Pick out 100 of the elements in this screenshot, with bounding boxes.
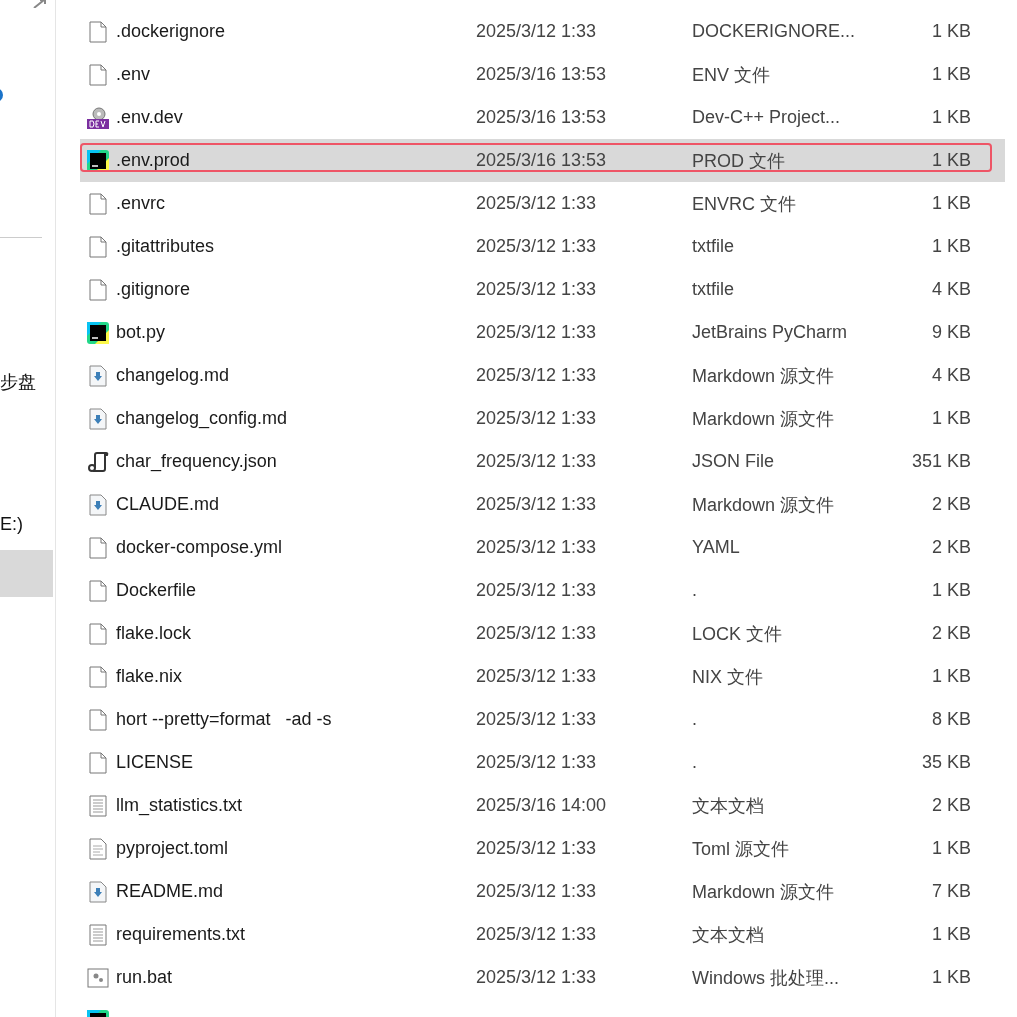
file-name: Dockerfile [116, 580, 198, 601]
file-name: .env [116, 64, 152, 85]
modified-date: 2025/3/12 1:33 [476, 752, 598, 773]
file-row[interactable]: changelog.md 2025/3/12 1:33 Markdown 源文件 4 KB [80, 354, 1005, 397]
file-type: PROD 文件 [692, 149, 786, 173]
file-type: LOCK 文件 [692, 622, 784, 646]
file-type: Markdown 源文件 [692, 880, 836, 904]
file-name: .gitattributes [116, 236, 216, 257]
file-type: Markdown 源文件 [692, 407, 836, 431]
file-type: . [692, 580, 698, 601]
modified-date: 2025/3/12 1:33 [476, 193, 598, 214]
file-size: 1 KB [930, 150, 971, 171]
file-row[interactable]: flake.lock 2025/3/12 1:33 LOCK 文件 2 KB [80, 612, 1005, 655]
modified-date: 2025/3/12 1:33 [476, 924, 598, 945]
file-size: 1 KB [930, 580, 971, 601]
file-size: 2 KB [930, 795, 971, 816]
file-type: . [692, 709, 698, 730]
modified-date: 2025/3/12 1:33 [476, 365, 598, 386]
file-type: Markdown 源文件 [692, 364, 836, 388]
pycharm-icon [87, 321, 109, 344]
pin-icon[interactable] [32, 0, 46, 8]
file-name: LICENSE [116, 752, 195, 773]
file-row[interactable]: requirements.txt 2025/3/12 1:33 文本文档 1 KB [80, 913, 1005, 956]
file-type: txtfile [692, 236, 735, 257]
file-row[interactable]: .gitignore 2025/3/12 1:33 txtfile 4 KB [80, 268, 1005, 311]
file-size: 1 KB [930, 924, 971, 945]
file-icon [89, 708, 107, 731]
file-size: 4 KB [930, 365, 971, 386]
file-size: 2 KB [930, 537, 971, 558]
file-type: 文本文档 [692, 923, 765, 947]
text-file-icon [89, 794, 107, 817]
file-size: 1 KB [930, 408, 971, 429]
file-name: llm_statistics.txt [116, 795, 244, 816]
file-name: pyproject.toml [116, 838, 230, 859]
file-type: NIX 文件 [692, 665, 764, 689]
file-size: 1 KB [930, 193, 971, 214]
file-row[interactable]: README.md 2025/3/12 1:33 Markdown 源文件 7 KB [80, 870, 1005, 913]
file-row[interactable]: bot.py 2025/3/12 1:33 JetBrains PyCharm 9 KB [80, 311, 1005, 354]
modified-date: 2025/3/16 13:53 [476, 107, 608, 128]
file-name: .envrc [116, 193, 167, 214]
file-row[interactable]: CLAUDE.md 2025/3/12 1:33 Markdown 源文件 2 KB [80, 483, 1005, 526]
file-name: flake.nix [116, 666, 184, 687]
file-row[interactable]: run.bat 2025/3/12 1:33 Windows 批处理... 1 KB [80, 956, 1005, 999]
sidebar-item[interactable]: 步盘 [0, 370, 36, 394]
file-size: 1 KB [930, 236, 971, 257]
sidebar-item[interactable] [0, 550, 53, 597]
file-size: 7 KB [930, 881, 971, 902]
file-type: 文本文档 [692, 794, 765, 818]
file-row[interactable]: .dockerignore 2025/3/12 1:33 DOCKERIGNORE... 1 KB [80, 10, 1005, 53]
file-name: README.md [116, 881, 224, 902]
gear-document-icon [86, 105, 110, 130]
file-name: bot.py [116, 322, 167, 343]
pycharm-icon [87, 149, 109, 172]
file-icon [89, 20, 107, 43]
file-name: .dockerignore [116, 21, 227, 42]
file-row[interactable]: .gitattributes 2025/3/12 1:33 txtfile 1 KB [80, 225, 1005, 268]
file-row[interactable]: changelog_config.md 2025/3/12 1:33 Markdown 源文件 1 KB [80, 397, 1005, 440]
file-row[interactable]: .envrc 2025/3/12 1:33 ENVRC 文件 1 KB [80, 182, 1005, 225]
file-size: 1 KB [930, 21, 971, 42]
file-row[interactable]: LICENSE 2025/3/12 1:33 . 35 KB [80, 741, 1005, 784]
modified-date: 2025/3/16 14:00 [476, 795, 608, 816]
file-row[interactable]: .env 2025/3/16 13:53 ENV 文件 1 KB [80, 53, 1005, 96]
modified-date: 2025/3/12 1:33 [476, 666, 598, 687]
file-name: run.bat [116, 967, 174, 988]
modified-date: 2025/3/16 13:53 [476, 64, 608, 85]
file-type: ENVRC 文件 [692, 192, 797, 216]
file-row[interactable]: llm_statistics.txt 2025/3/16 14:00 文本文档 2 KB [80, 784, 1005, 827]
file-size: 1 KB [930, 666, 971, 687]
gear-window-icon [87, 967, 109, 988]
file-type: ENV 文件 [692, 63, 771, 87]
modified-date: 2025/3/12 1:33 [476, 279, 598, 300]
file-name: .gitignore [116, 279, 192, 300]
text-file-icon [89, 837, 107, 860]
file-row[interactable]: char_frequency.json 2025/3/12 1:33 JSON File 351 KB [80, 440, 1005, 483]
file-size: 2 KB [930, 494, 971, 515]
modified-date: 2025/3/12 1:33 [476, 236, 598, 257]
file-icon [89, 192, 107, 215]
file-row[interactable]: .env.prod 2025/3/16 13:53 PROD 文件 1 KB [80, 139, 1005, 182]
modified-date: 2025/3/12 1:33 [476, 494, 598, 515]
file-name: .env.dev [116, 107, 184, 128]
file-name: char_frequency.json [116, 451, 278, 472]
sidebar-item[interactable]: E:) [0, 514, 23, 535]
file-size: 2 KB [930, 623, 971, 644]
file-name: changelog.md [116, 365, 231, 386]
download-file-icon [89, 364, 107, 387]
file-size: 4 KB [930, 279, 971, 300]
file-row[interactable]: Dockerfile 2025/3/12 1:33 . 1 KB [80, 569, 1005, 612]
file-row[interactable]: pyproject.toml 2025/3/12 1:33 Toml 源文件 1 KB [80, 827, 1005, 870]
file-name: CLAUDE.md [116, 494, 221, 515]
file-size: 1 KB [930, 107, 971, 128]
file-name: .env.prod [116, 150, 191, 171]
file-icon [89, 63, 107, 86]
file-row[interactable]: hort --pretty=format -ad -s 2025/3/12 1:33 . 8 KB [80, 698, 1005, 741]
file-icon [89, 622, 107, 645]
file-row[interactable]: flake.nix 2025/3/12 1:33 NIX 文件 1 KB [80, 655, 1005, 698]
file-type: Markdown 源文件 [692, 493, 836, 517]
file-type: txtfile [692, 279, 735, 300]
file-row[interactable]: .env.dev 2025/3/16 13:53 Dev-C++ Project... 1 KB [80, 96, 1005, 139]
file-row[interactable]: docker-compose.yml 2025/3/12 1:33 YAML 2 KB [80, 526, 1005, 569]
modified-date: 2025/3/12 1:33 [476, 322, 598, 343]
